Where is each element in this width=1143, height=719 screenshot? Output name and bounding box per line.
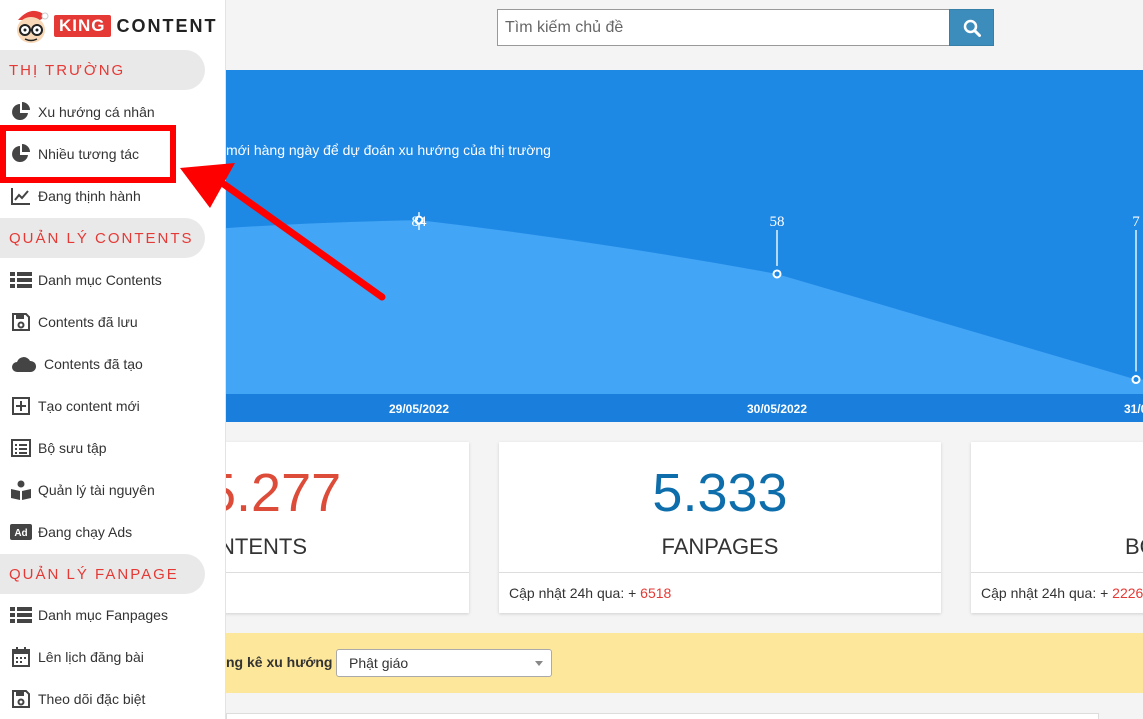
stat-footer: [186, 572, 469, 613]
logo[interactable]: KING CONTENT: [12, 4, 218, 48]
chart-point[interactable]: [772, 269, 782, 279]
logo-content-text: CONTENT: [116, 15, 218, 36]
highlight-box: [0, 125, 176, 183]
filter-label: ng kê xu hướng: [226, 654, 333, 670]
book-reader-icon: [10, 480, 32, 500]
sidebar-item-xu-huong-ca-nhan[interactable]: Xu hướng cá nhân: [10, 98, 155, 126]
chart-data-label: 84: [412, 214, 428, 230]
sidebar-item-label: Theo dõi đặc biệt: [38, 691, 146, 707]
sidebar-item-label: Contents đã lưu: [38, 314, 138, 330]
list-icon: [10, 270, 32, 290]
sidebar-item-dang-chay-ads[interactable]: Ad Đang chạy Ads: [10, 518, 132, 546]
chart-x-tick-label: 29/05/2022: [389, 402, 449, 416]
section-quan-ly-fanpage: QUẢN LÝ FANPAGE: [0, 554, 205, 594]
sidebar-item-label: Tạo content mới: [38, 398, 140, 414]
cloud-icon: [10, 354, 38, 374]
stat-card-contents: 5.277 NTENTS: [186, 442, 469, 613]
sidebar-item-danh-muc-contents[interactable]: Danh mục Contents: [10, 266, 162, 294]
list-alt-icon: [10, 438, 32, 458]
sidebar-item-dang-thinh-hanh[interactable]: Đang thịnh hành: [10, 182, 141, 210]
chart-data-label: 58: [770, 214, 785, 230]
sidebar-item-label: Đang chạy Ads: [38, 524, 133, 540]
chart-subtitle: mới hàng ngày để dự đoán xu hướng của th…: [226, 142, 551, 158]
chart-x-axis-band: [226, 394, 1143, 422]
sidebar-item-bo-suu-tap[interactable]: Bộ sưu tập: [10, 434, 107, 462]
calendar-icon: [10, 647, 32, 667]
stat-footer-text: Cập nhật 24h qua: +: [509, 585, 641, 601]
chart-x-tick-label: 30/05/2022: [747, 402, 807, 416]
floppy-disk-icon: [10, 689, 32, 709]
sidebar-item-label: Bộ sưu tập: [38, 440, 107, 456]
search-icon: [963, 19, 981, 37]
bottom-panel: [226, 713, 1099, 719]
sidebar-item-danh-muc-fanpages[interactable]: Danh mục Fanpages: [10, 601, 168, 629]
stat-label: FANPAGES: [661, 534, 779, 559]
stat-label: BO: [1125, 534, 1143, 559]
sidebar: KING CONTENT THỊ TRƯỜNG Xu hướng cá nhân…: [0, 0, 226, 719]
stat-number: 5.333: [652, 463, 788, 523]
pie-chart-icon: [10, 102, 32, 122]
sidebar-item-theo-doi-dac-biet[interactable]: Theo dõi đặc biệt: [10, 685, 145, 713]
trend-filter-bar: ng kê xu hướng Phật giáo: [226, 633, 1143, 693]
stat-footer: Cập nhật 24h qua: + 6518: [499, 572, 941, 613]
sidebar-item-label: Danh mục Contents: [38, 272, 162, 288]
sidebar-item-label: Quản lý tài nguyên: [38, 482, 155, 498]
chart-x-tick-label: 31/05/: [1124, 402, 1143, 416]
sidebar-item-tao-content-moi[interactable]: Tạo content mới: [10, 392, 140, 420]
sidebar-item-label: Danh mục Fanpages: [38, 607, 168, 623]
logo-king-text: KING: [54, 15, 111, 37]
stat-footer-text: Cập nhật 24h qua: +: [981, 585, 1113, 601]
search-button[interactable]: [949, 9, 994, 46]
trend-area-chart: 84 29/05/2022 58 30/05/2022 7 31/05/: [226, 70, 1143, 422]
topic-select-value: Phật giáo: [349, 655, 409, 671]
chart-point[interactable]: [1131, 375, 1141, 385]
sidebar-item-contents-da-tao[interactable]: Contents đã tạo: [10, 350, 143, 378]
stat-number: 5.277: [206, 463, 342, 523]
section-thi-truong: THỊ TRƯỜNG: [0, 50, 205, 90]
sidebar-item-label: Lên lịch đăng bài: [38, 649, 144, 665]
search-input[interactable]: [497, 9, 950, 46]
line-chart-icon: [10, 186, 32, 206]
ad-icon: Ad: [10, 522, 32, 542]
topic-select[interactable]: Phật giáo: [336, 649, 552, 677]
sidebar-item-label: Đang thịnh hành: [38, 188, 141, 204]
stat-card-third: BO Cập nhật 24h qua: + 2226: [971, 442, 1143, 613]
logo-mascot-icon: [12, 6, 52, 46]
sidebar-item-quan-ly-tai-nguyen[interactable]: Quản lý tài nguyên: [10, 476, 155, 504]
sidebar-item-label: Xu hướng cá nhân: [38, 104, 155, 120]
sidebar-item-len-lich-dang-bai[interactable]: Lên lịch đăng bài: [10, 643, 144, 671]
stat-card-fanpages: 5.333 FANPAGES Cập nhật 24h qua: + 6518: [499, 442, 941, 613]
chart-data-label: 7: [1132, 214, 1140, 230]
sidebar-item-label: Contents đã tạo: [44, 356, 143, 372]
stat-footer-number: 6518: [640, 585, 672, 601]
stat-label: NTENTS: [219, 534, 307, 559]
svg-text:Ad: Ad: [14, 528, 27, 539]
stat-footer: Cập nhật 24h qua: + 2226: [971, 572, 1143, 613]
sidebar-item-contents-da-luu[interactable]: Contents đã lưu: [10, 308, 138, 336]
section-quan-ly-contents: QUẢN LÝ CONTENTS: [0, 218, 205, 258]
list-icon: [10, 605, 32, 625]
stat-footer-number: 2226: [1112, 585, 1143, 601]
floppy-disk-icon: [10, 312, 32, 332]
caret-down-icon: [535, 661, 543, 666]
plus-square-icon: [10, 396, 32, 416]
